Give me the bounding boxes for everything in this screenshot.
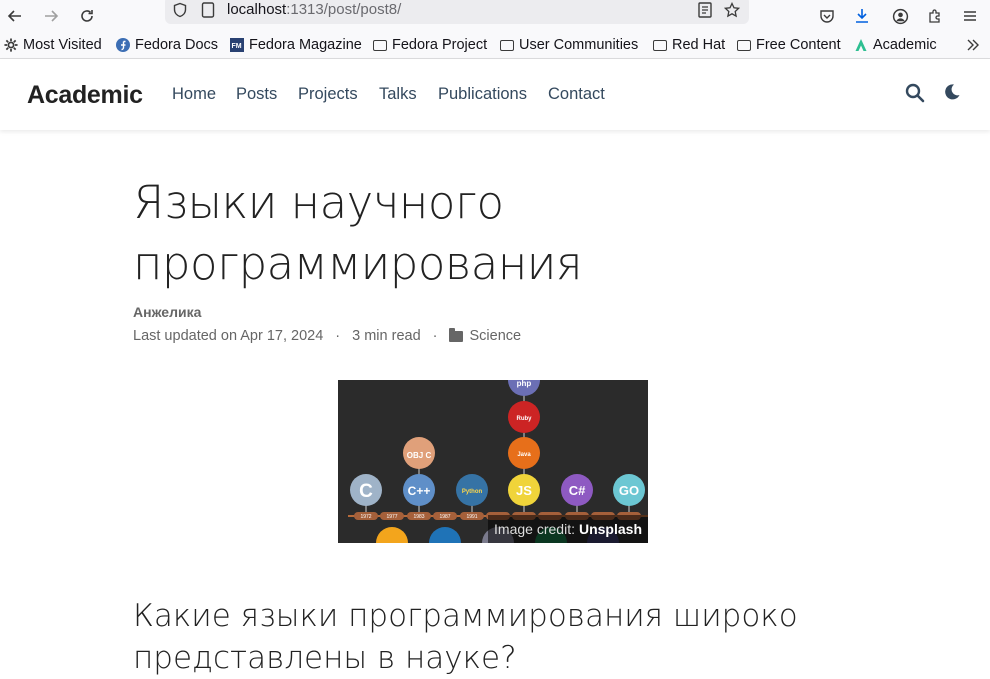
folder-icon [653, 38, 667, 52]
badge-python: Python [462, 489, 483, 495]
nav-talks[interactable]: Talks [379, 85, 417, 104]
badge-objc: OBJ C [407, 451, 432, 460]
gear-icon [4, 38, 18, 52]
badge-go: GO [619, 483, 639, 498]
bookmark-free-content[interactable]: Free Content [737, 35, 841, 55]
url-text[interactable]: localhost:1313/post/post8/ [227, 1, 401, 18]
nav-contact[interactable]: Contact [548, 85, 605, 104]
bookmark-user-communities[interactable]: User Communities [500, 35, 638, 55]
fm-icon: FM [230, 38, 244, 52]
image-credit-prefix: Image credit: [494, 521, 575, 537]
year-label: 1972 [360, 514, 371, 520]
bookmark-most-visited[interactable]: Most Visited [4, 35, 102, 55]
category-link[interactable]: Science [469, 328, 521, 344]
back-icon[interactable] [5, 6, 25, 26]
folder-icon [373, 38, 387, 52]
badge-php: php [517, 380, 532, 388]
forward-icon[interactable] [41, 6, 61, 26]
bookmark-red-hat[interactable]: Red Hat [653, 35, 725, 55]
nav-projects[interactable]: Projects [298, 85, 358, 104]
bookmarks-toolbar: Most Visited Fedora Docs FM Fedora Magaz… [0, 32, 990, 59]
dark-mode-moon-icon[interactable] [943, 83, 965, 105]
reload-icon[interactable] [77, 6, 97, 26]
bookmarks-overflow-icon[interactable] [966, 35, 980, 55]
fedora-icon [116, 38, 130, 52]
folder-icon [449, 327, 464, 342]
bookmark-fedora-project[interactable]: Fedora Project [373, 35, 487, 55]
article-meta: Last updated on Apr 17, 2024 · 3 min rea… [133, 327, 521, 344]
downloads-icon[interactable] [852, 6, 872, 26]
folder-icon [737, 38, 751, 52]
bookmark-star-icon[interactable] [722, 0, 742, 20]
bookmark-fedora-magazine[interactable]: FM Fedora Magazine [230, 35, 362, 55]
badge-c: C [359, 481, 373, 502]
reader-view-icon[interactable] [695, 0, 715, 20]
bookmark-academic[interactable]: Academic [854, 35, 937, 55]
url-bar[interactable]: localhost:1313/post/post8/ [165, 0, 749, 24]
academic-icon [854, 38, 868, 52]
account-icon[interactable] [890, 6, 910, 26]
site-brand[interactable]: Academic [27, 81, 143, 110]
nav-home[interactable]: Home [172, 85, 216, 104]
page-title-line-2: программирования [133, 237, 583, 290]
bookmark-fedora-docs[interactable]: Fedora Docs [116, 35, 218, 55]
year-label: 1987 [439, 514, 450, 520]
meta-separator: · [335, 328, 341, 344]
svg-text:FM: FM [232, 43, 242, 50]
year-label: 1977 [386, 514, 397, 520]
section-heading: Какие языки программирования широко пред… [133, 595, 893, 679]
read-time: 3 min read [352, 328, 421, 344]
folder-icon [500, 38, 514, 52]
page-title-line-1: Языки научного [133, 176, 504, 229]
image-credit: Image credit: Unsplash [488, 515, 648, 543]
browser-toolbar: localhost:1313/post/post8/ [0, 0, 990, 32]
article-author[interactable]: Анжелика [133, 304, 201, 320]
shield-icon[interactable] [170, 0, 190, 20]
nav-publications[interactable]: Publications [438, 85, 527, 104]
search-icon[interactable] [905, 83, 927, 105]
image-credit-link[interactable]: Unsplash [579, 521, 642, 537]
badge-ruby: Ruby [517, 416, 533, 422]
section-heading-line-2: представлены в науке? [133, 640, 517, 676]
site-navbar: Academic Home Posts Projects Talks Publi… [0, 59, 990, 130]
last-updated: Last updated on Apr 17, 2024 [133, 328, 324, 344]
year-label: 1983 [413, 514, 424, 520]
nav-posts[interactable]: Posts [236, 85, 277, 104]
meta-separator: · [432, 328, 438, 344]
badge-java: Java [517, 452, 531, 458]
badge-js: JS [516, 483, 532, 498]
page-title: Языки научного программирования [133, 172, 853, 294]
year-label: 1991 [466, 514, 477, 520]
extensions-icon[interactable] [925, 6, 945, 26]
page-info-icon[interactable] [198, 0, 218, 20]
pocket-icon[interactable] [817, 6, 837, 26]
menu-icon[interactable] [960, 6, 980, 26]
badge-csharp: C# [569, 483, 586, 498]
featured-image: 1972 1977 1983 1987 1991 C C++ OBJ C Pyt… [338, 380, 648, 543]
badge-cpp: C++ [408, 484, 431, 498]
section-heading-line-1: Какие языки программирования широко [133, 598, 798, 634]
